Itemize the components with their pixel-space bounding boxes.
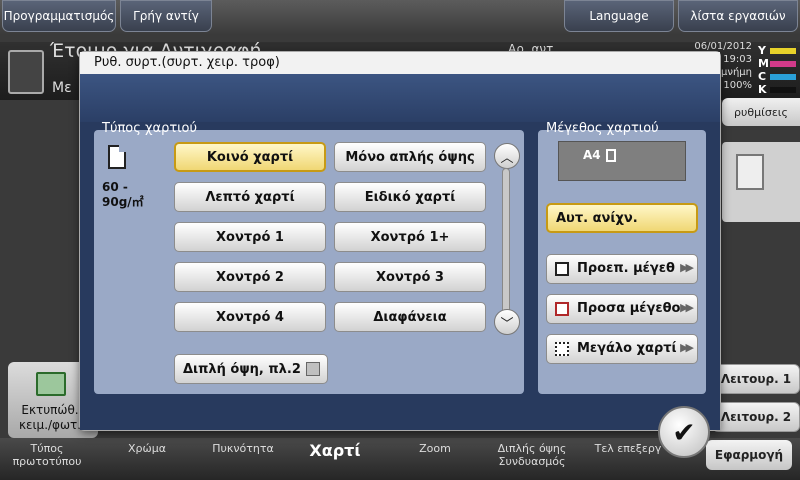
current-size-display: A4 [558, 141, 686, 181]
job-list-button[interactable]: λίστα εργασιών [678, 0, 798, 32]
tab-original-type[interactable]: Τύπος πρωτοτύπου [8, 442, 86, 468]
function-1-button[interactable]: Λειτουρ. 1 [712, 364, 800, 394]
status-sub: Με [52, 80, 72, 96]
custom-size-button[interactable]: Προσα μέγεθο ▶▶ [546, 294, 698, 324]
duplex-side2-checkbox[interactable] [306, 362, 320, 376]
paper-type-single-side-only[interactable]: Μόνο απλής όψης [334, 142, 486, 172]
large-paper-label: Μεγάλο χαρτί [577, 341, 677, 356]
paper-type-thin[interactable]: Λεπτό χαρτί [174, 182, 326, 212]
double-chevron-right-icon: ▶▶ [680, 341, 694, 354]
paper-type-special[interactable]: Ειδικό χαρτί [334, 182, 486, 212]
settings-button[interactable]: ρυθμίσεις [722, 98, 800, 126]
current-size-value: A4 [583, 148, 601, 162]
toner-c: C [758, 70, 798, 83]
toner-y: Y [758, 44, 798, 57]
paper-weight: 60 - 90g/㎡ [102, 180, 144, 209]
tab-paper[interactable]: Χαρτί [302, 443, 368, 459]
paper-type-thick-3[interactable]: Χοντρό 3 [334, 262, 486, 292]
tab-duplex-combine[interactable]: Διπλής όψης Συνδυασμός [484, 442, 580, 468]
apply-button[interactable]: Εφαρμογή [706, 440, 792, 470]
duplex-side2-toggle[interactable]: Διπλή όψη, πλ.2 [174, 354, 328, 384]
paper-type-label: Τύπος χαρτιού [102, 121, 198, 136]
chevron-down-icon: ﹀ [500, 316, 514, 332]
tab-zoom[interactable]: Zoom [404, 442, 466, 455]
standard-size-icon [555, 262, 569, 276]
chevron-up-icon: ︿ [500, 150, 514, 166]
double-chevron-right-icon: ▶▶ [680, 301, 694, 314]
paper-size-label: Μέγεθος χαρτιού [546, 121, 659, 136]
dialog-header-band [80, 74, 720, 122]
auto-detect-button[interactable]: Αυτ. ανίχν. [546, 203, 698, 233]
standard-size-button[interactable]: Προεπ. μέγεθ ▶▶ [546, 254, 698, 284]
scroll-up-button[interactable]: ︿ [494, 143, 520, 169]
paper-type-plain[interactable]: Κοινό χαρτί [174, 142, 326, 172]
toner-m: M [758, 57, 798, 70]
paper-type-thick-4[interactable]: Χοντρό 4 [174, 302, 326, 332]
book-icon [36, 372, 66, 396]
paper-sheet-icon [108, 145, 126, 169]
tab-finishing[interactable]: Τελ επεξεργ [586, 442, 670, 455]
scroll-down-button[interactable]: ﹀ [494, 309, 520, 335]
paper-type-thick-1-plus[interactable]: Χοντρό 1+ [334, 222, 486, 252]
text-photo-label: Εκτυπώθ. κειμ./φωτ. [18, 403, 82, 432]
document-icon [736, 154, 764, 190]
paper-type-thick-2[interactable]: Χοντρό 2 [174, 262, 326, 292]
checkmark-icon: ✔ [672, 415, 696, 449]
tab-color[interactable]: Χρώμα [112, 442, 182, 455]
scrollbar-track[interactable] [502, 168, 510, 316]
paper-type-thick-1[interactable]: Χοντρό 1 [174, 222, 326, 252]
large-paper-icon [555, 342, 569, 356]
custom-size-icon [555, 302, 569, 316]
paper-type-transparency[interactable]: Διαφάνεια [334, 302, 486, 332]
dialog-title: Ρυθ. συρτ.(συρτ. χειρ. τροφ) [80, 52, 720, 74]
tab-density[interactable]: Πυκνότητα [200, 442, 286, 455]
ok-button[interactable]: ✔ [658, 406, 710, 458]
function-2-button[interactable]: Λειτουρ. 2 [712, 402, 800, 432]
standard-size-label: Προεπ. μέγεθ [577, 261, 675, 276]
double-chevron-right-icon: ▶▶ [680, 261, 694, 274]
toner-k: K [758, 83, 798, 96]
duplex-side2-label: Διπλή όψη, πλ.2 [183, 361, 301, 377]
copy-document-icon [8, 50, 44, 94]
portrait-paper-icon [606, 149, 616, 162]
programs-button[interactable]: Προγραμματισμός [2, 0, 116, 32]
large-paper-button[interactable]: Μεγάλο χαρτί ▶▶ [546, 334, 698, 364]
quick-copy-button[interactable]: Γρήγ αντίγ [120, 0, 212, 32]
language-button[interactable]: Language [564, 0, 674, 32]
custom-size-label: Προσα μέγεθο [577, 301, 681, 316]
toner-levels: Y M C K [758, 44, 798, 96]
